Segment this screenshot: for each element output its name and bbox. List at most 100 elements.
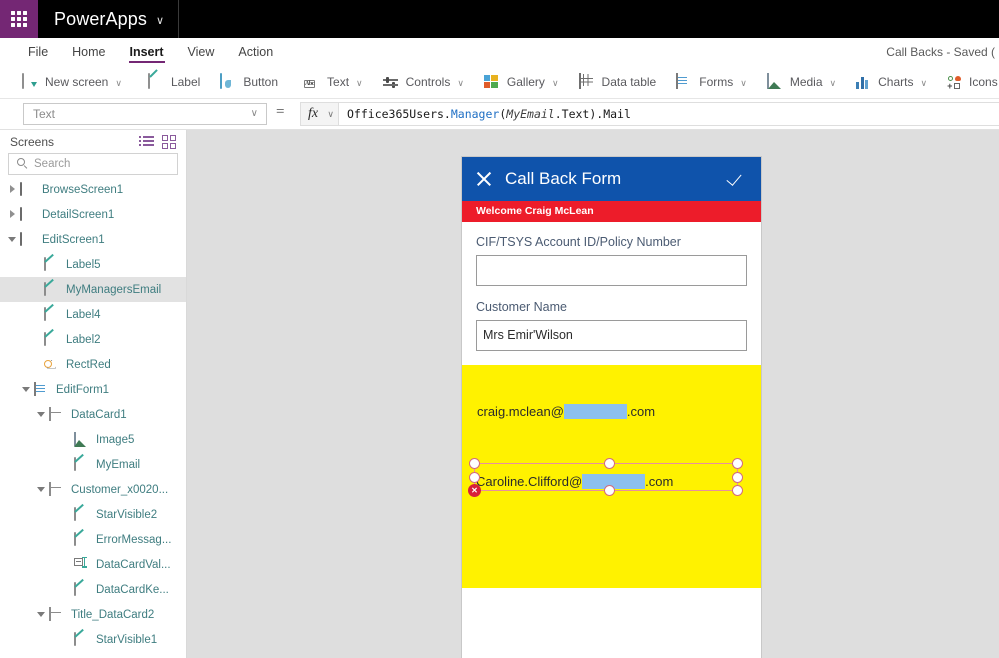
search-input[interactable]: Search bbox=[8, 153, 178, 175]
brand-menu[interactable]: PowerApps ∨ bbox=[38, 0, 180, 38]
tree-item-label4[interactable]: Label4 bbox=[0, 302, 186, 327]
tree-item-label: EditScreen1 bbox=[42, 233, 105, 246]
tree-item-rectred[interactable]: RectRed bbox=[0, 352, 186, 377]
tree-item-errormessage[interactable]: ErrorMessag... bbox=[0, 527, 186, 552]
grid-view-icon[interactable] bbox=[161, 134, 178, 149]
tab-view[interactable]: View bbox=[176, 38, 227, 66]
resize-handle-top-right[interactable] bbox=[732, 458, 743, 469]
tree-item-label: Title_DataCard2 bbox=[71, 608, 155, 621]
fx-label: fx bbox=[308, 106, 319, 121]
tree-item-starvisible2[interactable]: StarVisible2 bbox=[0, 502, 186, 527]
customer-name-field[interactable]: Mrs Emir'Wilson bbox=[476, 320, 747, 351]
app-canvas[interactable]: Call Back Form Welcome Craig McLean CIF/… bbox=[187, 130, 999, 658]
tab-home[interactable]: Home bbox=[60, 38, 117, 66]
tree-item-mymanagersemail[interactable]: MyManagersEmail bbox=[0, 277, 186, 302]
tree-item-browsescreen1[interactable]: BrowseScreen1 bbox=[0, 177, 186, 202]
tree-item-label5[interactable]: Label5 bbox=[0, 252, 186, 277]
formula-input[interactable]: Office365Users.Manager(MyEmail.Text).Mai… bbox=[338, 102, 999, 126]
fx-button[interactable]: fx ∨ bbox=[300, 102, 338, 126]
forms-menu-button[interactable]: Forms ∨ bbox=[666, 69, 757, 95]
label-icon bbox=[44, 256, 59, 272]
manager-email-label[interactable]: craig.mclean@ .com bbox=[477, 403, 655, 420]
label-icon bbox=[74, 531, 89, 547]
formula-token: Manager bbox=[450, 107, 500, 121]
data-table-icon bbox=[578, 73, 595, 90]
expand-chevron-icon[interactable] bbox=[8, 210, 17, 219]
form-body: CIF/TSYS Account ID/Policy Number Custom… bbox=[462, 222, 761, 351]
tree-item-editform1[interactable]: EditForm1 bbox=[0, 377, 186, 402]
gallery-menu-button[interactable]: Gallery ∨ bbox=[474, 69, 569, 95]
account-id-field[interactable] bbox=[476, 255, 747, 286]
collapse-chevron-icon[interactable] bbox=[8, 235, 17, 244]
button-button[interactable]: Button bbox=[210, 69, 288, 95]
tree-item-customer-datacard[interactable]: Customer_x0020... bbox=[0, 477, 186, 502]
tree-item-label: DataCardVal... bbox=[96, 558, 171, 571]
selected-email-label[interactable]: Caroline.Clifford@ .com bbox=[476, 473, 673, 490]
tab-action[interactable]: Action bbox=[226, 38, 285, 66]
tree-item-editscreen1[interactable]: EditScreen1 bbox=[0, 227, 186, 252]
tree-item-datacardvalue[interactable]: DataCardVal... bbox=[0, 552, 186, 577]
tree-item-label: DetailScreen1 bbox=[42, 208, 115, 221]
tree-item-starvisible1[interactable]: StarVisible1 bbox=[0, 627, 186, 652]
text-menu-button[interactable]: Abc Text ∨ bbox=[294, 69, 373, 95]
error-badge-icon[interactable]: ✕ bbox=[468, 484, 481, 497]
data-table-button[interactable]: Data table bbox=[569, 69, 667, 95]
tab-file[interactable]: File bbox=[16, 38, 60, 66]
tree-item-datacard1[interactable]: DataCard1 bbox=[0, 402, 186, 427]
label-icon bbox=[74, 506, 89, 522]
tree-item-image5[interactable]: Image5 bbox=[0, 427, 186, 452]
media-menu-button[interactable]: Media ∨ bbox=[757, 69, 846, 95]
formula-token: Office365Users. bbox=[347, 107, 451, 121]
label-button[interactable]: Label bbox=[138, 69, 210, 95]
tree-item-datacardkey[interactable]: DataCardKe... bbox=[0, 577, 186, 602]
tree-view-icon[interactable] bbox=[139, 134, 156, 149]
button-icon bbox=[220, 73, 236, 90]
collapse-chevron-icon[interactable] bbox=[22, 385, 31, 394]
collapse-chevron-icon[interactable] bbox=[37, 485, 46, 494]
resize-handle-top-center[interactable] bbox=[604, 458, 615, 469]
collapse-chevron-icon[interactable] bbox=[37, 610, 46, 619]
controls-menu-button[interactable]: Controls ∨ bbox=[373, 69, 474, 95]
form-icon bbox=[34, 381, 49, 397]
chevron-down-icon: ∨ bbox=[155, 14, 165, 27]
app-preview-title: Call Back Form bbox=[505, 169, 622, 188]
expand-chevron-icon[interactable] bbox=[8, 185, 17, 194]
resize-handle-top-left[interactable] bbox=[469, 458, 480, 469]
new-screen-label: New screen bbox=[45, 75, 109, 89]
tree-item-myemail[interactable]: MyEmail bbox=[0, 452, 186, 477]
icons-label: Icons bbox=[969, 75, 998, 89]
new-screen-button[interactable]: New screen ∨ bbox=[12, 69, 132, 95]
icons-icon: + bbox=[947, 76, 962, 91]
close-x-icon[interactable] bbox=[476, 171, 492, 187]
card-icon bbox=[49, 606, 64, 622]
resize-handle-bottom-right[interactable] bbox=[732, 485, 743, 496]
tree-item-detailscreen1[interactable]: DetailScreen1 bbox=[0, 202, 186, 227]
brand-label: PowerApps bbox=[54, 8, 147, 29]
collapse-chevron-icon[interactable] bbox=[37, 410, 46, 419]
icons-menu-button[interactable]: + Icons ∨ bbox=[937, 69, 999, 95]
redaction-block bbox=[582, 474, 646, 489]
app-launcher-grid-icon bbox=[11, 11, 27, 27]
chevron-down-icon: ∨ bbox=[356, 77, 363, 88]
tree-item-label: Image5 bbox=[96, 433, 135, 446]
text-abc-icon: Abc bbox=[304, 80, 315, 88]
label-icon bbox=[44, 306, 59, 322]
app-launcher-button[interactable] bbox=[0, 0, 38, 38]
charts-menu-button[interactable]: Charts ∨ bbox=[846, 69, 937, 95]
checkmark-icon[interactable] bbox=[727, 171, 747, 187]
chevron-down-icon: ∨ bbox=[829, 77, 837, 88]
resize-handle-middle-right[interactable] bbox=[732, 472, 743, 483]
screen-icon bbox=[20, 231, 35, 247]
tree-item-label2[interactable]: Label2 bbox=[0, 327, 186, 352]
tree-item-title-datacard2[interactable]: Title_DataCard2 bbox=[0, 602, 186, 627]
shape-icon bbox=[44, 358, 59, 372]
tab-insert[interactable]: Insert bbox=[118, 38, 176, 66]
property-selector[interactable]: Text ∨ bbox=[23, 103, 267, 125]
